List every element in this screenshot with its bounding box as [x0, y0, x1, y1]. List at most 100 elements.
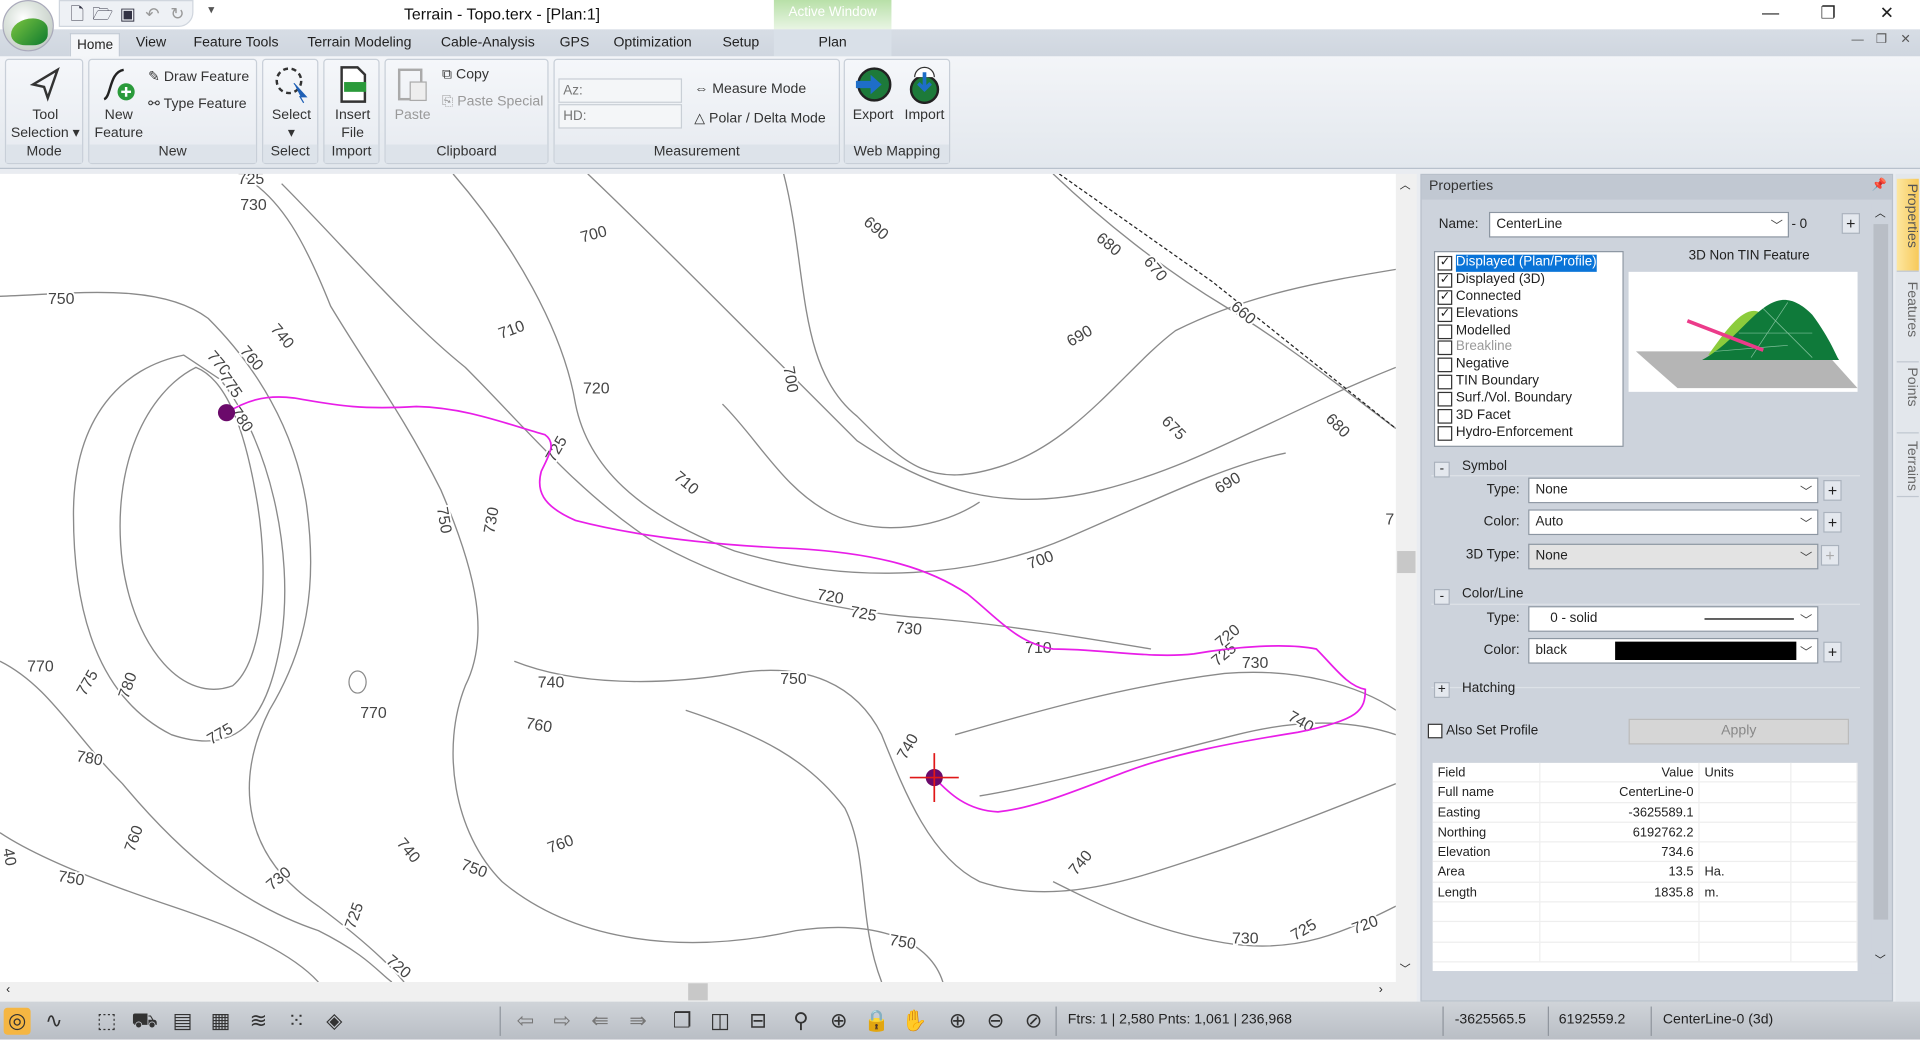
flag-item[interactable]: 3D Facet	[1437, 408, 1620, 425]
profile-line-icon[interactable]: ∿	[40, 1008, 67, 1035]
map-vertical-scrollbar[interactable]: ︿ ﹀	[1395, 173, 1417, 983]
flag-item[interactable]: Modelled	[1437, 323, 1620, 340]
add-line-color-button[interactable]: +	[1823, 641, 1842, 663]
hatching-expand-button[interactable]: +	[1433, 682, 1450, 698]
flag-item[interactable]: ✓ Displayed (Plan/Profile)	[1437, 254, 1620, 272]
flag-item[interactable]: Negative	[1437, 357, 1620, 374]
zoom-in-icon[interactable]: ⊕	[944, 1008, 971, 1035]
scroll-up-icon[interactable]: ︿	[1875, 204, 1886, 220]
add-symbol-type-button[interactable]: +	[1823, 480, 1842, 501]
line-color-select[interactable]: black ﹀	[1528, 637, 1819, 664]
checkbox[interactable]	[1427, 723, 1443, 739]
centerline-feature[interactable]	[226, 396, 1367, 813]
pan-right-icon[interactable]: ⇨	[549, 1008, 576, 1035]
tab-setup[interactable]: Setup	[713, 33, 769, 56]
checkbox[interactable]: ✓	[1437, 289, 1453, 305]
pan-left-icon[interactable]: ⇦	[512, 1008, 539, 1035]
zoom-extents-icon[interactable]: ⊘	[1020, 1008, 1047, 1035]
panel-scrollbar[interactable]: ︿ ﹀	[1871, 202, 1891, 974]
tab-plan[interactable]: Plan	[773, 29, 892, 57]
side-tab-terrains[interactable]: Terrains	[1896, 436, 1919, 498]
checkbox[interactable]: ✓	[1437, 306, 1453, 322]
scroll-down-icon[interactable]: ﹀	[1400, 960, 1411, 976]
tab-home[interactable]: Home	[69, 33, 121, 59]
plan-map-view[interactable]: 725 730 700 690 680 670 660 750 740 710 760 770 775 7…	[0, 173, 1396, 983]
flag-item[interactable]: ✓ Elevations	[1437, 306, 1620, 323]
tool-selection-button[interactable]: Tool Selection ▾	[9, 65, 82, 143]
checkbox[interactable]	[1437, 340, 1453, 356]
scroll-thumb[interactable]	[1397, 551, 1416, 574]
layout-icon[interactable]: ▤	[169, 1008, 196, 1035]
measure-mode-button[interactable]: ⇔ Measure Mode	[694, 82, 806, 97]
side-tab-properties[interactable]: Properties	[1896, 178, 1919, 272]
tab-cable-analysis[interactable]: Cable-Analysis	[431, 33, 545, 56]
checkbox[interactable]	[1437, 425, 1453, 441]
side-tab-points[interactable]: Points	[1896, 362, 1919, 434]
symbol-collapse-button[interactable]: -	[1433, 461, 1450, 478]
flag-item[interactable]: ✓ Connected	[1437, 289, 1620, 306]
tab-gps[interactable]: GPS	[550, 33, 599, 56]
checkbox[interactable]	[1437, 323, 1453, 339]
split-vertical-icon[interactable]: ◫	[707, 1008, 734, 1035]
scroll-left-icon[interactable]: ‹	[6, 983, 10, 996]
type-feature-button[interactable]: ⚯ Type Feature	[148, 94, 246, 112]
contour-mode-icon[interactable]: ◎	[3, 1007, 31, 1035]
previous-view-icon[interactable]: ⇚	[587, 1008, 614, 1035]
flag-item[interactable]: Breakline	[1437, 340, 1620, 357]
checkbox[interactable]	[1437, 408, 1453, 424]
truck-icon[interactable]: ⛟	[131, 1008, 158, 1035]
cube-icon[interactable]: ⬚	[93, 1008, 120, 1035]
also-set-profile-checkbox[interactable]: Also Set Profile	[1427, 723, 1538, 739]
copy-button[interactable]: ⧉ Copy	[442, 67, 489, 83]
scroll-right-icon[interactable]: ›	[1379, 983, 1383, 996]
restore-icon[interactable]: ❐	[1816, 2, 1840, 23]
points-icon[interactable]: ⁙	[283, 1008, 310, 1035]
scroll-up-icon[interactable]: ︿	[1400, 176, 1411, 192]
select-button[interactable]: Select ▾	[264, 65, 318, 143]
draw-feature-button[interactable]: ✎ Draw Feature	[148, 67, 249, 85]
polar-delta-mode-button[interactable]: △ Polar / Delta Mode	[694, 109, 825, 126]
checkbox[interactable]: ✓	[1437, 255, 1453, 271]
add-3d-type-button[interactable]: +	[1820, 544, 1840, 566]
close-icon[interactable]: ✕	[1875, 2, 1899, 23]
scroll-down-icon[interactable]: ﹀	[1875, 951, 1886, 967]
checkbox[interactable]	[1437, 391, 1453, 407]
flag-item[interactable]: Hydro-Enforcement	[1437, 425, 1620, 442]
new-feature-button[interactable]: New Feature	[92, 65, 146, 143]
split-horizontal-icon[interactable]: ⊟	[744, 1008, 771, 1035]
symbol-3d-type-select[interactable]: None ﹀	[1528, 543, 1819, 570]
symbol-color-select[interactable]: Auto ﹀	[1528, 509, 1819, 536]
line-type-select[interactable]: 0 - solid ﹀	[1528, 606, 1819, 632]
checkbox[interactable]	[1437, 357, 1453, 373]
mdi-close-icon[interactable]: ✕	[1900, 33, 1910, 46]
tab-feature-tools[interactable]: Feature Tools	[184, 33, 289, 56]
scroll-thumb[interactable]	[1873, 224, 1889, 920]
paste-button[interactable]: Paste	[388, 65, 437, 125]
hand-pan-icon[interactable]: ✋	[901, 1008, 928, 1035]
mdi-restore-icon[interactable]: ❐	[1876, 33, 1887, 46]
zoom-out-icon[interactable]: ⊖	[982, 1008, 1009, 1035]
tab-terrain-modeling[interactable]: Terrain Modeling	[298, 33, 422, 56]
start-point-marker[interactable]	[217, 404, 236, 422]
flag-item[interactable]: TIN Boundary	[1437, 374, 1620, 391]
import-button[interactable]: Import	[899, 65, 950, 125]
zoom-window-icon[interactable]: ⊕	[825, 1008, 852, 1035]
layers-icon[interactable]: ◈	[321, 1008, 348, 1035]
scroll-thumb[interactable]	[688, 983, 708, 1001]
add-name-button[interactable]: +	[1841, 213, 1861, 234]
window-cascade-icon[interactable]: ❐	[669, 1008, 696, 1035]
name-select[interactable]: CenterLine ﹀	[1488, 211, 1789, 238]
paste-special-button[interactable]: ⎘ Paste Special	[442, 94, 543, 110]
zoom-icon[interactable]: ⚲	[787, 1008, 814, 1035]
map-horizontal-scrollbar[interactable]: ‹ ›	[0, 982, 1417, 1002]
app-logo[interactable]	[2, 0, 54, 52]
next-view-icon[interactable]: ⇛	[624, 1008, 651, 1035]
flag-item[interactable]: ✓ Displayed (3D)	[1437, 272, 1620, 289]
checkbox[interactable]	[1437, 374, 1453, 390]
lock-icon[interactable]: 🔒	[863, 1008, 890, 1035]
add-symbol-color-button[interactable]: +	[1823, 511, 1842, 533]
mdi-minimize-icon[interactable]: —	[1851, 33, 1863, 46]
topo-map-canvas[interactable]: 725730700 690680670660750740 7107607707757…	[0, 173, 1396, 983]
symbol-type-select[interactable]: None ﹀	[1528, 477, 1819, 504]
tab-optimization[interactable]: Optimization	[604, 33, 702, 56]
